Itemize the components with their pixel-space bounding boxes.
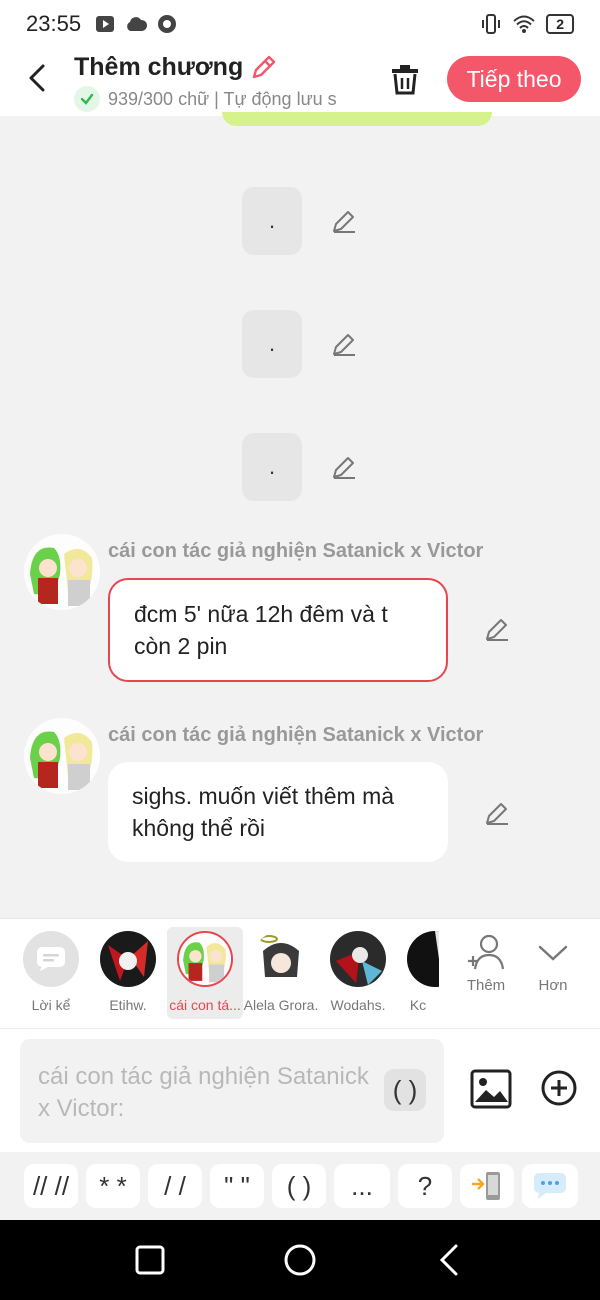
status-time: 23:55 (26, 11, 82, 36)
add-character-label: Thêm (466, 977, 506, 994)
status-bar: 23:55 2 (0, 0, 600, 48)
author-avatar[interactable] (24, 534, 100, 610)
chat-bubble-icon (534, 1173, 566, 1199)
more-characters-button[interactable]: Hơn (523, 933, 583, 994)
page-title: Thêm chương (74, 52, 244, 81)
edit-title-icon[interactable] (249, 52, 279, 82)
shortcut-quotes[interactable]: " " (210, 1164, 264, 1208)
character-avatar (177, 931, 233, 987)
add-content-button[interactable] (540, 1069, 578, 1107)
title-row: Thêm chương (74, 52, 279, 82)
edit-message-icon[interactable] (330, 330, 358, 358)
shortcut-asterisk[interactable]: * * (86, 1164, 140, 1208)
character-name: Kc (409, 997, 427, 1013)
shortcut-ellipsis[interactable]: ... (334, 1164, 390, 1208)
message-input[interactable]: cái con tác giả nghiện Satanick x Victor… (20, 1039, 444, 1143)
author-avatar[interactable] (24, 718, 100, 794)
save-status: 939/300 chữ | Tự động lưu s (74, 86, 364, 112)
parentheses-button[interactable]: ( ) (384, 1069, 426, 1111)
character-partial[interactable]: Kc (397, 927, 439, 1019)
character-name: Lời kể (31, 997, 71, 1013)
character-name: Wodahs. (330, 997, 386, 1013)
shortcut-parentheses[interactable]: ( ) (272, 1164, 326, 1208)
character-alela[interactable]: Alela Grora. (243, 927, 319, 1019)
editor-header: Thêm chương 939/300 chữ | Tự động lưu s … (0, 48, 600, 116)
dot-message-bubble[interactable]: . (242, 187, 302, 255)
home-button[interactable] (282, 1242, 318, 1278)
wifi-icon (513, 15, 535, 33)
character-avatar (330, 931, 386, 987)
chevron-down-icon (538, 945, 568, 961)
shortcut-double-slash[interactable]: // // (24, 1164, 78, 1208)
character-name: Etihw. (109, 997, 147, 1013)
message-author: cái con tác giả nghiện Satanick x Victor (108, 540, 484, 562)
shortcut-slash[interactable]: / / (148, 1164, 202, 1208)
system-nav-bar (0, 1220, 600, 1300)
edit-message-icon[interactable] (330, 207, 358, 235)
add-person-icon (468, 934, 505, 970)
word-count-text: 939/300 chữ | Tự động lưu s (108, 88, 337, 109)
character-etihw[interactable]: Etihw. (90, 927, 166, 1019)
dot-message-bubble[interactable]: . (242, 433, 302, 501)
system-back-button[interactable] (432, 1242, 468, 1278)
character-name: cái con tá... (169, 997, 241, 1013)
character-avatar (407, 931, 439, 987)
character-wodahs[interactable]: Wodahs. (320, 927, 396, 1019)
app-notification-icon (158, 15, 177, 33)
back-button[interactable] (22, 62, 54, 94)
character-narrator[interactable]: Lời kể (13, 927, 89, 1019)
composer: cái con tác giả nghiện Satanick x Victor… (0, 1028, 600, 1152)
add-character-button[interactable]: Thêm (456, 933, 516, 994)
character-current-author[interactable]: cái con tá... (167, 927, 243, 1019)
next-button[interactable]: Tiếp theo (447, 56, 581, 102)
more-characters-label: Hơn (538, 977, 568, 994)
shortcut-question[interactable]: ? (398, 1164, 452, 1208)
notification-icons (95, 14, 177, 34)
edit-message-icon[interactable] (330, 453, 358, 481)
shortcut-device[interactable] (460, 1164, 514, 1208)
input-placeholder: cái con tác giả nghiện Satanick x Victor… (38, 1063, 369, 1122)
cloud-icon (127, 17, 148, 31)
message-bubble[interactable]: đcm 5' nữa 12h đêm và t còn 2 pin (108, 578, 448, 682)
message-bubble[interactable]: sighs. muốn viết thêm mà không thể rồi (108, 762, 448, 862)
screen-record-icon (96, 16, 115, 32)
message-author: cái con tác giả nghiện Satanick x Victor (108, 724, 484, 746)
shortcut-bar: // // * * / / " " ( ) ... ? (0, 1152, 600, 1220)
edit-message-icon[interactable] (483, 615, 511, 643)
phone-transfer-icon (472, 1172, 500, 1200)
recents-button[interactable] (132, 1242, 168, 1278)
character-name: Alela Grora. (243, 997, 319, 1013)
previous-message-bubble[interactable] (222, 112, 492, 126)
shortcut-chat[interactable] (522, 1164, 578, 1208)
character-avatar (253, 931, 309, 987)
delete-button[interactable] (388, 62, 422, 96)
narrator-icon (23, 931, 79, 987)
character-avatar (100, 931, 156, 987)
vibrate-icon (482, 14, 501, 34)
system-icons: 2 (480, 13, 574, 35)
check-icon (74, 86, 100, 112)
insert-image-button[interactable] (470, 1069, 512, 1109)
dot-message-bubble[interactable]: . (242, 310, 302, 378)
character-selector: Lời kể Etihw. cái con tá... Alela Grora.… (0, 918, 600, 1028)
battery-indicator: 2 (546, 14, 574, 34)
edit-message-icon[interactable] (483, 799, 511, 827)
